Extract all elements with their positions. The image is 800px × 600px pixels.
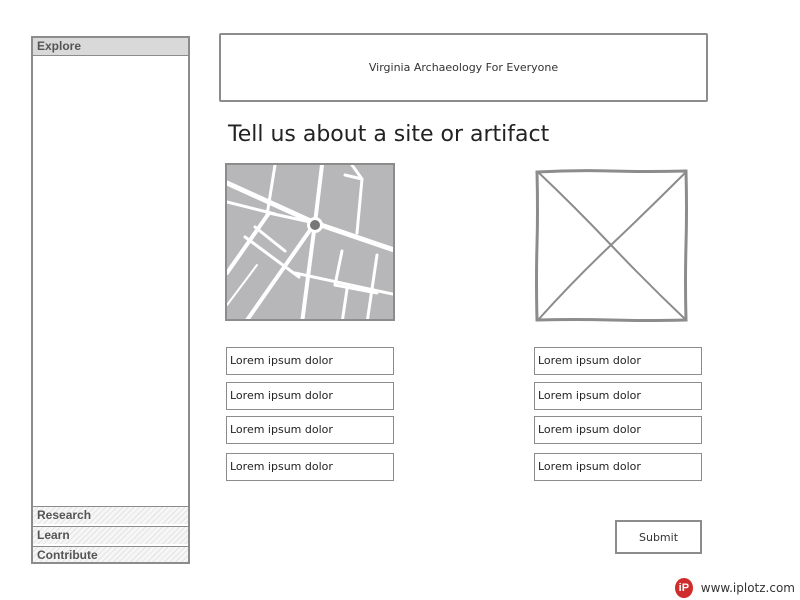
page-title: Tell us about a site or artifact <box>228 122 550 147</box>
text-field-right-4[interactable]: Lorem ipsum dolor <box>534 453 702 481</box>
brand-watermark[interactable]: iP www.iplotz.com <box>675 577 795 599</box>
image-placeholder-icon <box>535 169 688 322</box>
text-field-right-2[interactable]: Lorem ipsum dolor <box>534 382 702 410</box>
image-placeholder[interactable] <box>535 169 688 322</box>
banner-title: Virginia Archaeology For Everyone <box>368 61 559 74</box>
text-field-right-3[interactable]: Lorem ipsum dolor <box>534 416 702 444</box>
header-banner: Virginia Archaeology For Everyone <box>219 33 708 102</box>
text-field-left-4[interactable]: Lorem ipsum dolor <box>226 453 394 481</box>
accordion-header-contribute[interactable]: Contribute <box>33 546 188 562</box>
brand-logo-icon: iP <box>675 578 693 598</box>
text-field-left-1[interactable]: Lorem ipsum dolor <box>226 347 394 375</box>
submit-button-label: Submit <box>638 530 679 544</box>
map-placeholder-icon <box>227 165 393 319</box>
sidebar-accordion: Explore Research Learn Contribute <box>31 36 190 564</box>
accordion-header-research[interactable]: Research <box>33 506 188 524</box>
map-placeholder[interactable] <box>225 163 395 321</box>
submit-button[interactable]: Submit <box>615 520 702 554</box>
brand-link[interactable]: www.iplotz.com <box>701 581 795 595</box>
accordion-header-explore[interactable]: Explore <box>33 38 188 56</box>
text-field-left-2[interactable]: Lorem ipsum dolor <box>226 382 394 410</box>
text-field-right-1[interactable]: Lorem ipsum dolor <box>534 347 702 375</box>
text-field-left-3[interactable]: Lorem ipsum dolor <box>226 416 394 444</box>
accordion-header-learn[interactable]: Learn <box>33 526 188 544</box>
